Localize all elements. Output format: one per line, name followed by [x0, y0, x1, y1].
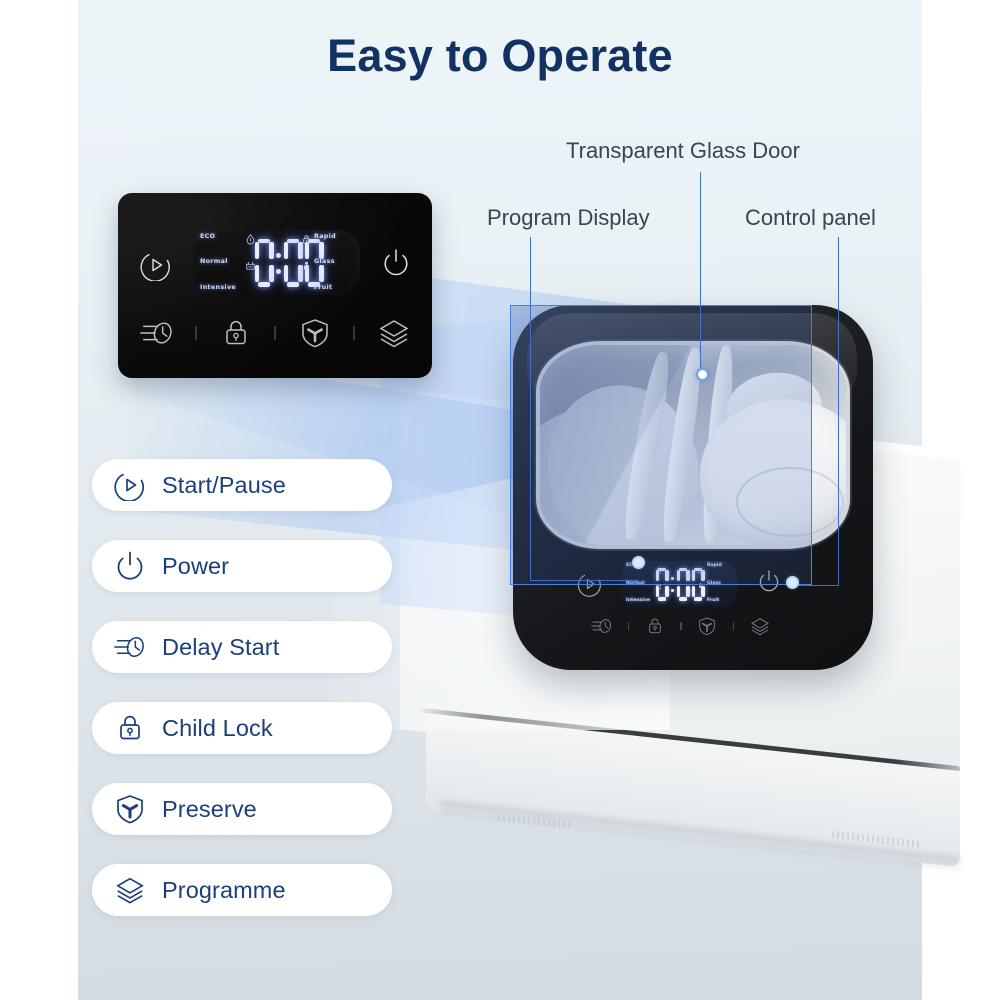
leader-dot-program-display — [632, 556, 645, 569]
feature-legend-list: Start/Pause Power Delay Start Child Lock… — [92, 459, 392, 945]
program-display: ECO Normal Intensive Rapid Glass Fruit — [193, 230, 360, 295]
mini-right-modes: Rapid Glass Fruit — [707, 563, 733, 604]
mini-mode-intensive: Intensive — [626, 598, 650, 604]
panel-programme-button[interactable] — [355, 318, 432, 348]
play-circle-icon[interactable] — [140, 249, 172, 281]
layers-icon — [750, 618, 769, 636]
panel-preserve-button[interactable] — [276, 318, 353, 348]
layers-icon — [378, 320, 409, 348]
lock-icon — [302, 235, 310, 244]
leader-line-glass-door — [700, 172, 702, 372]
leader-dot-control-panel — [786, 576, 799, 589]
leader-line-control-panel-elbow — [793, 585, 839, 587]
power-icon[interactable] — [757, 569, 781, 595]
dishwasher-touch-row[interactable] — [577, 613, 785, 639]
shield-fan-icon — [301, 319, 328, 348]
leader-dot-glass-door — [696, 368, 709, 381]
legend-item-programme[interactable]: Programme — [92, 864, 392, 916]
play-circle-icon — [114, 473, 145, 501]
panel-touch-row[interactable] — [118, 309, 432, 357]
transparent-glass-door[interactable] — [540, 345, 846, 545]
digit-hour — [254, 238, 274, 287]
enlarged-control-panel[interactable]: ECO Normal Intensive Rapid Glass Fruit — [118, 193, 432, 378]
mini-colon — [670, 568, 675, 601]
mode-label-glass: Glass — [314, 258, 335, 266]
page-title: Easy to Operate — [327, 30, 673, 81]
legend-item-power[interactable]: Power — [92, 540, 392, 592]
panel-delay-start-button[interactable] — [118, 318, 195, 348]
legend-item-child-lock[interactable]: Child Lock — [92, 702, 392, 754]
mode-label-rapid: Rapid — [314, 233, 337, 240]
delay-start-icon — [114, 637, 144, 657]
mini-mode-normal: Normal — [626, 580, 645, 586]
legend-item-delay-start[interactable]: Delay Start — [92, 621, 392, 673]
mini-left-modes: ECO Normal Intensive — [626, 563, 654, 604]
mode-label-normal: Normal — [200, 258, 228, 266]
glass-tint-overlay — [540, 345, 846, 545]
annotation-glass-door: Transparent Glass Door — [566, 138, 800, 163]
lock-icon — [120, 715, 140, 740]
digit-colon — [275, 239, 282, 287]
play-circle-icon[interactable] — [577, 571, 603, 597]
delay-start-icon — [591, 619, 612, 633]
legend-item-start-pause[interactable]: Start/Pause — [92, 459, 392, 511]
leader-line-control-panel — [838, 237, 840, 586]
power-icon — [117, 551, 143, 580]
mode-label-fruit: Fruit — [314, 283, 333, 291]
mini-digit-0 — [655, 567, 669, 601]
shield-fan-icon — [117, 795, 143, 824]
display-right-modes: Rapid Glass Fruit — [314, 233, 356, 291]
lock-icon — [649, 618, 661, 634]
legend-label: Power — [162, 552, 230, 579]
lock-icon — [225, 320, 246, 345]
legend-item-preserve[interactable]: Preserve — [92, 783, 392, 835]
power-icon[interactable] — [381, 248, 411, 280]
mode-label-eco: ECO — [200, 233, 216, 240]
mini-digit-1 — [676, 567, 690, 601]
dishwasher-programme-button[interactable] — [734, 616, 785, 636]
panel-child-lock-button[interactable] — [197, 318, 274, 348]
lock-icon — [698, 567, 703, 574]
legend-label: Start/Pause — [162, 471, 286, 498]
dispenser-icon — [303, 261, 309, 269]
mini-mode-glass: Glass — [707, 580, 721, 586]
mode-label-intensive: Intensive — [200, 283, 237, 291]
dishwasher-preserve-button[interactable] — [682, 616, 733, 636]
legend-label: Preserve — [162, 795, 257, 822]
dispenser-icon — [699, 583, 702, 588]
dishwasher-control-panel[interactable]: ECO Normal Intensive Rapid Glass Fruit — [549, 555, 837, 643]
layers-icon — [116, 877, 144, 904]
shield-fan-icon — [699, 617, 715, 636]
delay-start-icon — [139, 322, 172, 344]
annotation-program-display: Program Display — [487, 205, 650, 230]
annotation-control-panel: Control panel — [745, 205, 876, 230]
leader-line-program-display — [530, 237, 532, 581]
mini-mode-fruit: Fruit — [707, 598, 720, 604]
legend-label: Programme — [162, 876, 286, 903]
leader-line-program-display-elbow — [530, 580, 638, 582]
dishwasher-unit: ECO Normal Intensive Rapid Glass Fruit — [513, 305, 873, 670]
legend-label: Child Lock — [162, 714, 273, 741]
infographic-canvas: ECO Normal Intensive Rapid Glass Fruit E… — [0, 0, 1000, 1000]
dishwasher-child-lock-button[interactable] — [629, 616, 680, 636]
display-right-icons — [297, 234, 315, 291]
dishwasher-delay-start-button[interactable] — [577, 616, 628, 636]
mini-mode-rapid: Rapid — [707, 563, 722, 568]
legend-label: Delay Start — [162, 633, 280, 660]
